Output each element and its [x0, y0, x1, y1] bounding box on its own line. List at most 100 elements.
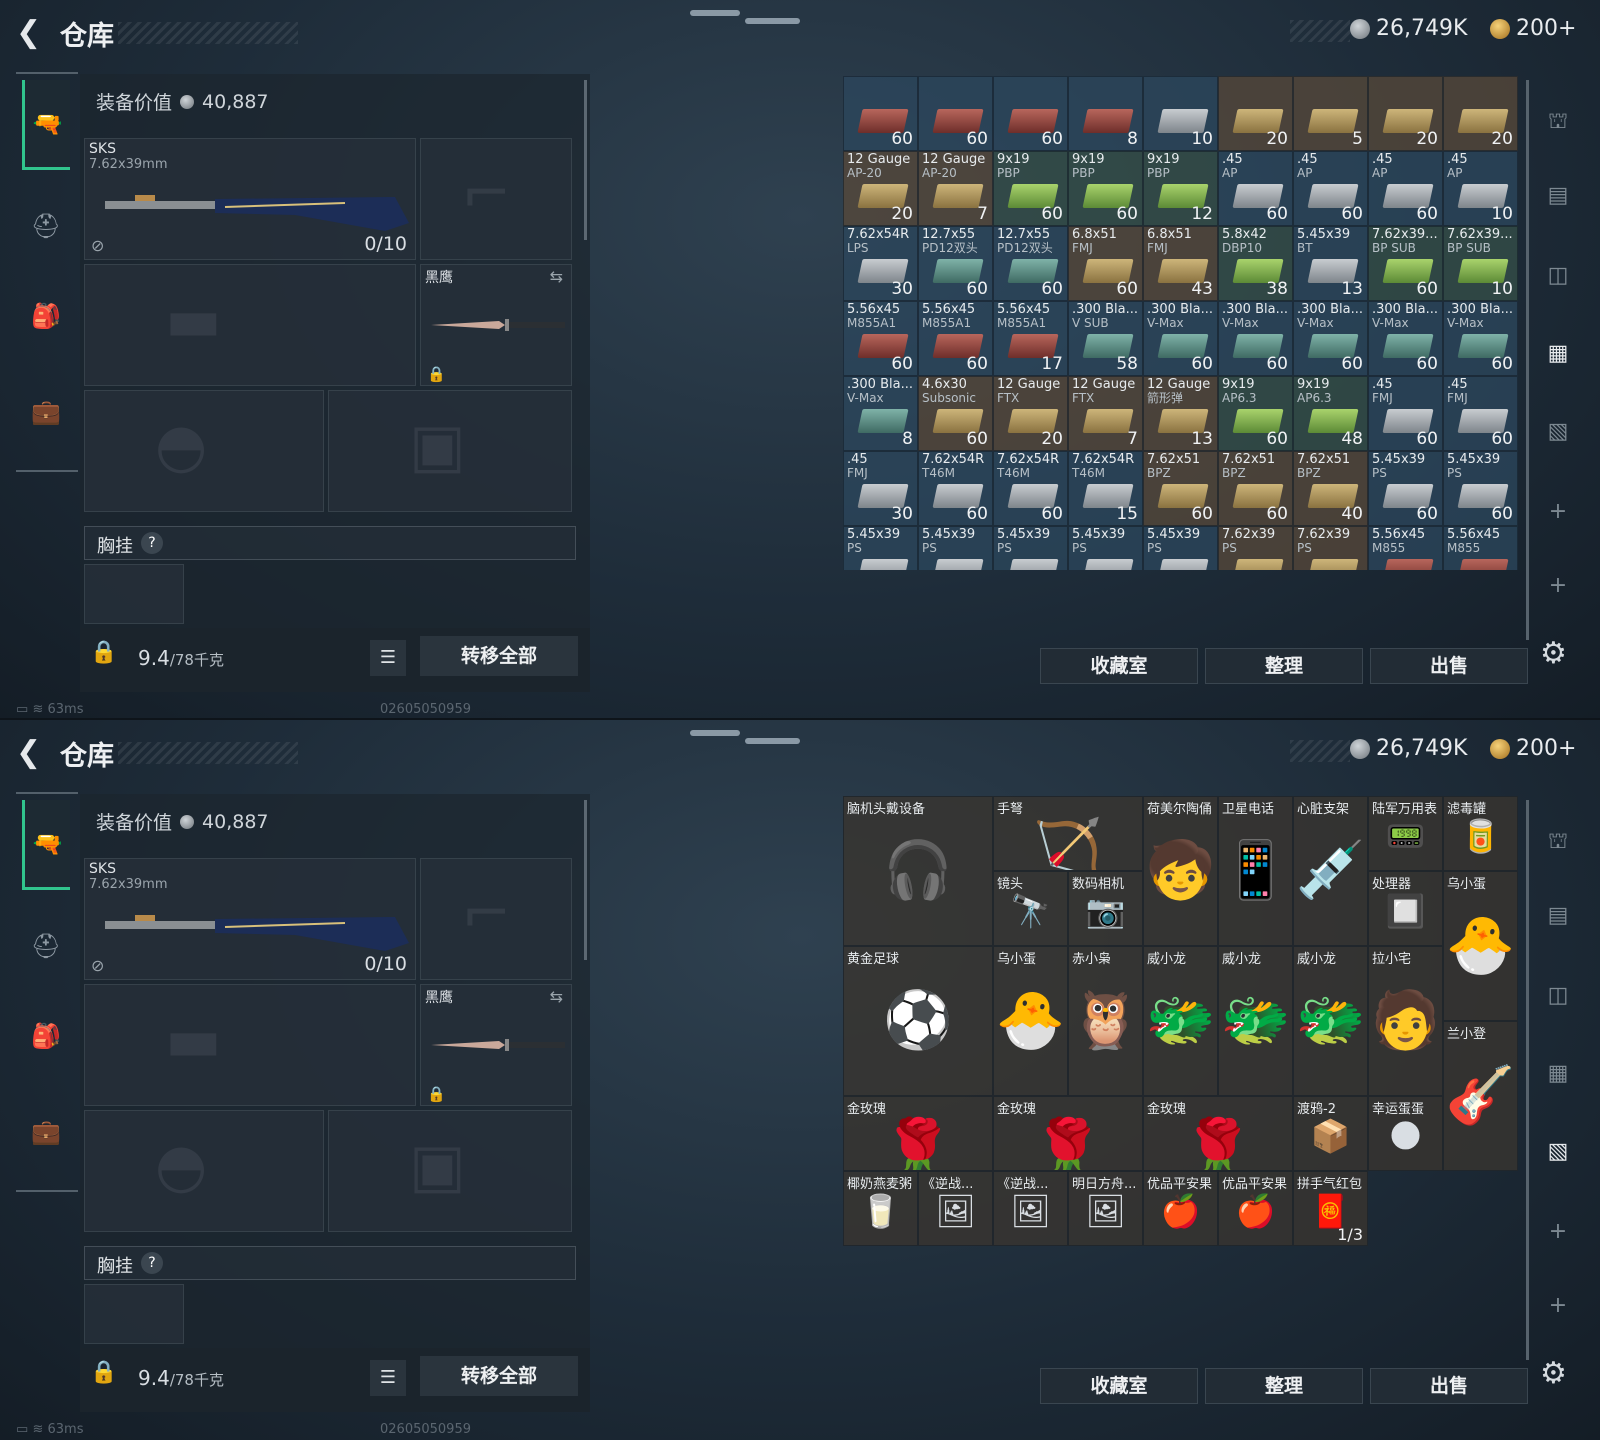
ammo-cell[interactable]: 7.62x54R T46M 60	[993, 451, 1068, 526]
collectible-item[interactable]: 卫星电话 📱	[1218, 796, 1293, 946]
safe-box-icon[interactable]: ⛫	[1540, 824, 1576, 860]
ammo-cell[interactable]: 7.62x39... BP SUB 60	[1368, 226, 1443, 301]
collectible-item[interactable]: 赤小枭 🦉	[1068, 946, 1143, 1096]
storage-tab-1-icon[interactable]: ▤	[1540, 178, 1576, 214]
storage-tab-4-icon[interactable]: ▧	[1540, 1134, 1576, 1170]
ammo-cell[interactable]: 20	[1443, 76, 1518, 151]
storage-tab-2-icon[interactable]: ◫	[1540, 258, 1576, 294]
ammo-cell[interactable]: .45 FMJ 60	[1368, 376, 1443, 451]
storage-tab-4-icon[interactable]: ▧	[1540, 414, 1576, 450]
help-icon[interactable]: ?	[141, 1252, 163, 1274]
ammo-cell[interactable]: 5.56x45M85560	[1443, 526, 1518, 570]
ammo-cell[interactable]: 12 Gauge AP-20 7	[918, 151, 993, 226]
ammo-cell[interactable]: .45 FMJ 30	[843, 451, 918, 526]
body-armor-slot[interactable]: ▣	[328, 1110, 572, 1232]
transfer-all-button[interactable]: 转移全部	[420, 636, 578, 676]
collectible-item[interactable]: 威小龙 🐲	[1218, 946, 1293, 1096]
collectible-item[interactable]: 镜头 🔭	[993, 871, 1068, 946]
ammo-cell[interactable]: 12.7x55 PD12双头 60	[918, 226, 993, 301]
ammo-cell[interactable]: 5.8x42 DBP10 38	[1218, 226, 1293, 301]
ammo-cell[interactable]: 5.45x39PS60	[1443, 451, 1518, 526]
collectible-item[interactable]: 幸运蛋蛋 🌑	[1368, 1096, 1443, 1171]
sell-button[interactable]: 出售	[1370, 648, 1528, 684]
sell-button[interactable]: 出售	[1370, 1368, 1528, 1404]
ammo-cell[interactable]: 5.45x39PS60	[1068, 526, 1143, 570]
storage-tab-3-icon[interactable]: ▦	[1540, 1056, 1576, 1092]
ammo-cell[interactable]: .45 AP 10	[1443, 151, 1518, 226]
ammo-cell[interactable]: 7.62x39PS5	[1293, 526, 1368, 570]
collectible-item[interactable]: 兰小登 🎸	[1443, 1021, 1518, 1171]
melee-slot[interactable]: 黑鹰 ⇆ 🔒	[420, 984, 572, 1106]
pistol-slot[interactable]: ⌐	[420, 138, 572, 260]
collectible-item[interactable]: 处理器 🔲	[1368, 871, 1443, 946]
ammo-cell[interactable]: .300 Bla... V-Max 60	[1143, 301, 1218, 376]
collectible-item[interactable]: 威小龙 🐲	[1143, 946, 1218, 1096]
ammo-cell[interactable]: 9x19 PBP 12	[1143, 151, 1218, 226]
currency-gold[interactable]: 200+	[1490, 16, 1576, 41]
ammo-cell[interactable]: .300 Bla... V-Max 60	[1218, 301, 1293, 376]
ammo-cell[interactable]: 5.45x39 BT 13	[1293, 226, 1368, 301]
ammo-cell[interactable]: 12.7x55 PD12双头 60	[993, 226, 1068, 301]
collectible-item[interactable]: 《逆战... 🖼	[993, 1171, 1068, 1246]
ammo-cell[interactable]: 7.62x51 BPZ 60	[1143, 451, 1218, 526]
ammo-cell[interactable]: 7.62x54R LPS 30	[843, 226, 918, 301]
list-view-button[interactable]: ☰	[370, 640, 406, 676]
chest-rig-slot[interactable]: 胸挂 ?	[84, 1246, 576, 1280]
collectible-item[interactable]: 滤毒罐 🥫	[1443, 796, 1518, 871]
ammo-cell[interactable]: 60	[843, 76, 918, 151]
chest-rig-item-slot[interactable]	[84, 564, 184, 624]
ammo-cell[interactable]: 7.62x51 BPZ 40	[1293, 451, 1368, 526]
ammo-cell[interactable]: .45 AP 60	[1293, 151, 1368, 226]
storage-tab-1-icon[interactable]: ▤	[1540, 898, 1576, 934]
nav-armor[interactable]: ⛑	[22, 922, 70, 970]
list-view-button[interactable]: ☰	[370, 1360, 406, 1396]
safe-box-icon[interactable]: ⛫	[1540, 104, 1576, 140]
gear-icon[interactable]: ⚙	[1540, 636, 1567, 671]
ammo-cell[interactable]: .300 Bla... V SUB 58	[1068, 301, 1143, 376]
collectible-item[interactable]: 渡鸦-2 📦	[1293, 1096, 1368, 1171]
collectible-item[interactable]: 优品平安果 🍎	[1143, 1171, 1218, 1246]
ammo-cell[interactable]: 20	[1368, 76, 1443, 151]
add-tab-icon[interactable]: +	[1540, 568, 1576, 604]
primary-weapon-slot[interactable]: SKS 7.62x39mm ⊘ 0/10	[84, 858, 416, 980]
swap-icon[interactable]: ⇆	[550, 267, 563, 286]
lock-icon[interactable]: 🔒	[90, 640, 118, 668]
collectible-item[interactable]: 优品平安果 🍎	[1218, 1171, 1293, 1246]
ammo-cell[interactable]: 5.56x45M85560	[1368, 526, 1443, 570]
nav-weapons[interactable]: 🔫	[22, 80, 70, 170]
collectible-item[interactable]: 陆军万用表 📟	[1368, 796, 1443, 871]
ammo-cell[interactable]: .300 Bla... V-Max 8	[843, 376, 918, 451]
collectible-item[interactable]: 脑机头戴设备 🎧	[843, 796, 993, 946]
ammo-cell[interactable]: 7.62x39... BP SUB 10	[1443, 226, 1518, 301]
ammo-cell[interactable]: 9x19 PBP 60	[993, 151, 1068, 226]
ammo-cell[interactable]: 12 Gauge FTX 7	[1068, 376, 1143, 451]
ammo-cell[interactable]: 5.56x45 M855A1 60	[843, 301, 918, 376]
ammo-cell[interactable]: .300 Bla... V-Max 60	[1443, 301, 1518, 376]
ammo-cell[interactable]: 9x19 PBP 60	[1068, 151, 1143, 226]
back-arrow-icon[interactable]: ❮	[16, 16, 46, 50]
equipment-scrollbar[interactable]	[584, 800, 587, 960]
lock-icon[interactable]: 🔒	[90, 1360, 118, 1388]
nav-case[interactable]: 💼	[22, 388, 70, 436]
currency-gold[interactable]: 200+	[1490, 736, 1576, 761]
collectible-item[interactable]: 《逆战... 🖼	[918, 1171, 993, 1246]
ammo-cell[interactable]: 5.45x39PS46	[1143, 526, 1218, 570]
add-tab-icon[interactable]: +	[1540, 494, 1576, 530]
storage-scrollbar[interactable]	[1526, 800, 1529, 1360]
ammo-cell[interactable]: 5	[1293, 76, 1368, 151]
ammo-cell[interactable]: 60	[918, 76, 993, 151]
collectible-item[interactable]: 乌小蛋 🐣	[1443, 871, 1518, 1021]
melee-slot[interactable]: 黑鹰 ⇆ 🔒	[420, 264, 572, 386]
collectible-item[interactable]: 金玫瑰 🌹	[843, 1096, 993, 1171]
collectible-item[interactable]: 心脏支架 💉	[1293, 796, 1368, 946]
help-icon[interactable]: ?	[141, 532, 163, 554]
primary-weapon-slot[interactable]: SKS 7.62x39mm ⊘ 0/10	[84, 138, 416, 260]
ammo-cell[interactable]: 12 Gauge 箭形弹 13	[1143, 376, 1218, 451]
sort-button[interactable]: 整理	[1205, 1368, 1363, 1404]
nav-weapons[interactable]: 🔫	[22, 800, 70, 890]
ammo-cell[interactable]: 5.45x39PS60	[993, 526, 1068, 570]
collectible-item[interactable]: 明日方舟... 🖼	[1068, 1171, 1143, 1246]
collection-room-button[interactable]: 收藏室	[1040, 1368, 1198, 1404]
ammo-cell[interactable]: 5.56x45 M855A1 17	[993, 301, 1068, 376]
chest-rig-slot[interactable]: 胸挂 ?	[84, 526, 576, 560]
